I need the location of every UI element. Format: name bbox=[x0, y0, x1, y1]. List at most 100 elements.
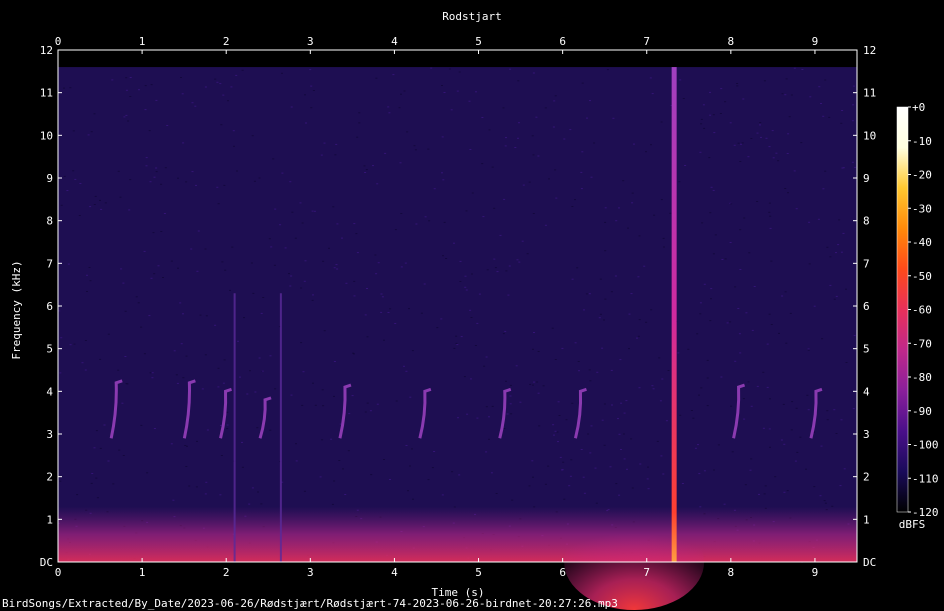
x-tick-label-bottom: 1 bbox=[139, 566, 146, 579]
noise-speck bbox=[322, 260, 325, 262]
noise-speck bbox=[483, 365, 486, 367]
noise-speck bbox=[786, 153, 789, 154]
noise-speck bbox=[749, 469, 752, 471]
noise-speck bbox=[374, 254, 377, 256]
noise-speck bbox=[250, 262, 253, 264]
noise-speck bbox=[618, 433, 621, 435]
noise-speck bbox=[91, 473, 94, 474]
noise-speck bbox=[261, 370, 264, 372]
noise-speck bbox=[478, 293, 481, 295]
noise-speck bbox=[706, 377, 709, 379]
noise-speck bbox=[273, 264, 276, 266]
noise-speck bbox=[312, 90, 315, 91]
noise-speck bbox=[173, 350, 176, 352]
noise-speck bbox=[509, 384, 512, 386]
noise-speck bbox=[535, 116, 538, 118]
noise-speck bbox=[206, 429, 209, 431]
noise-speck bbox=[441, 172, 443, 174]
noise-speck bbox=[246, 393, 249, 395]
noise-speck bbox=[303, 490, 306, 492]
noise-speck bbox=[756, 385, 759, 387]
noise-speck bbox=[335, 143, 338, 145]
noise-speck bbox=[609, 466, 612, 468]
noise-speck bbox=[260, 503, 263, 505]
noise-speck bbox=[369, 410, 372, 412]
noise-speck bbox=[741, 142, 744, 144]
noise-speck bbox=[453, 347, 456, 349]
noise-speck bbox=[336, 268, 339, 270]
noise-speck bbox=[782, 403, 785, 405]
noise-speck bbox=[759, 124, 761, 126]
noise-speck bbox=[63, 87, 65, 89]
noise-speck bbox=[706, 405, 709, 407]
noise-speck bbox=[532, 384, 534, 386]
noise-speck bbox=[440, 318, 443, 320]
noise-speck bbox=[260, 312, 263, 314]
noise-speck bbox=[237, 340, 239, 342]
noise-speck bbox=[358, 122, 361, 124]
noise-speck bbox=[186, 445, 188, 447]
noise-speck bbox=[526, 253, 529, 255]
noise-speck bbox=[723, 503, 726, 505]
noise-speck bbox=[835, 252, 837, 254]
noise-speck bbox=[563, 138, 566, 140]
noise-speck bbox=[117, 369, 120, 371]
noise-speck bbox=[155, 167, 158, 169]
noise-speck bbox=[784, 188, 787, 189]
noise-speck bbox=[503, 428, 506, 429]
noise-speck bbox=[415, 223, 418, 225]
noise-speck bbox=[222, 94, 225, 96]
noise-speck bbox=[853, 335, 856, 336]
colorbar-tick-label: -50 bbox=[912, 270, 932, 283]
noise-speck bbox=[647, 488, 650, 490]
y-tick-label-left: 8 bbox=[46, 215, 53, 228]
noise-speck bbox=[791, 401, 794, 403]
noise-speck bbox=[703, 283, 706, 285]
noise-speck bbox=[820, 103, 822, 104]
noise-speck bbox=[805, 468, 807, 470]
y-tick-label-right: 11 bbox=[863, 87, 876, 100]
noise-speck bbox=[580, 171, 583, 173]
noise-speck bbox=[191, 171, 194, 173]
noise-speck bbox=[544, 224, 547, 226]
noise-speck bbox=[464, 286, 467, 288]
noise-speck bbox=[505, 380, 507, 382]
noise-speck bbox=[528, 485, 531, 487]
noise-speck bbox=[195, 184, 197, 186]
noise-speck bbox=[696, 333, 699, 335]
noise-speck bbox=[639, 463, 642, 465]
noise-speck bbox=[703, 470, 706, 472]
noise-speck bbox=[665, 420, 668, 422]
noise-speck bbox=[745, 312, 748, 314]
noise-speck bbox=[682, 98, 685, 99]
noise-speck bbox=[822, 115, 825, 117]
noise-speck bbox=[840, 122, 843, 124]
noise-speck bbox=[430, 67, 433, 69]
noise-speck bbox=[729, 242, 732, 243]
noise-speck bbox=[650, 144, 652, 146]
noise-speck bbox=[839, 485, 842, 487]
x-tick-label-bottom: 6 bbox=[559, 566, 566, 579]
noise-speck bbox=[747, 381, 750, 383]
noise-speck bbox=[585, 293, 588, 295]
noise-speck bbox=[620, 402, 623, 404]
noise-speck bbox=[700, 123, 703, 125]
noise-speck bbox=[342, 468, 344, 470]
noise-speck bbox=[736, 83, 739, 84]
noise-speck bbox=[852, 85, 855, 87]
noise-speck bbox=[852, 408, 855, 410]
noise-speck bbox=[742, 98, 745, 100]
noise-speck bbox=[74, 178, 77, 180]
noise-speck bbox=[499, 234, 502, 236]
noise-speck bbox=[785, 78, 788, 80]
noise-speck bbox=[712, 189, 715, 191]
noise-speck bbox=[72, 170, 75, 172]
noise-speck bbox=[823, 500, 826, 502]
noise-speck bbox=[703, 127, 706, 129]
noise-speck bbox=[633, 143, 635, 145]
noise-speck bbox=[784, 94, 787, 96]
noise-speck bbox=[731, 451, 734, 453]
noise-speck bbox=[712, 253, 715, 255]
noise-speck bbox=[490, 472, 493, 474]
noise-speck bbox=[194, 105, 197, 107]
